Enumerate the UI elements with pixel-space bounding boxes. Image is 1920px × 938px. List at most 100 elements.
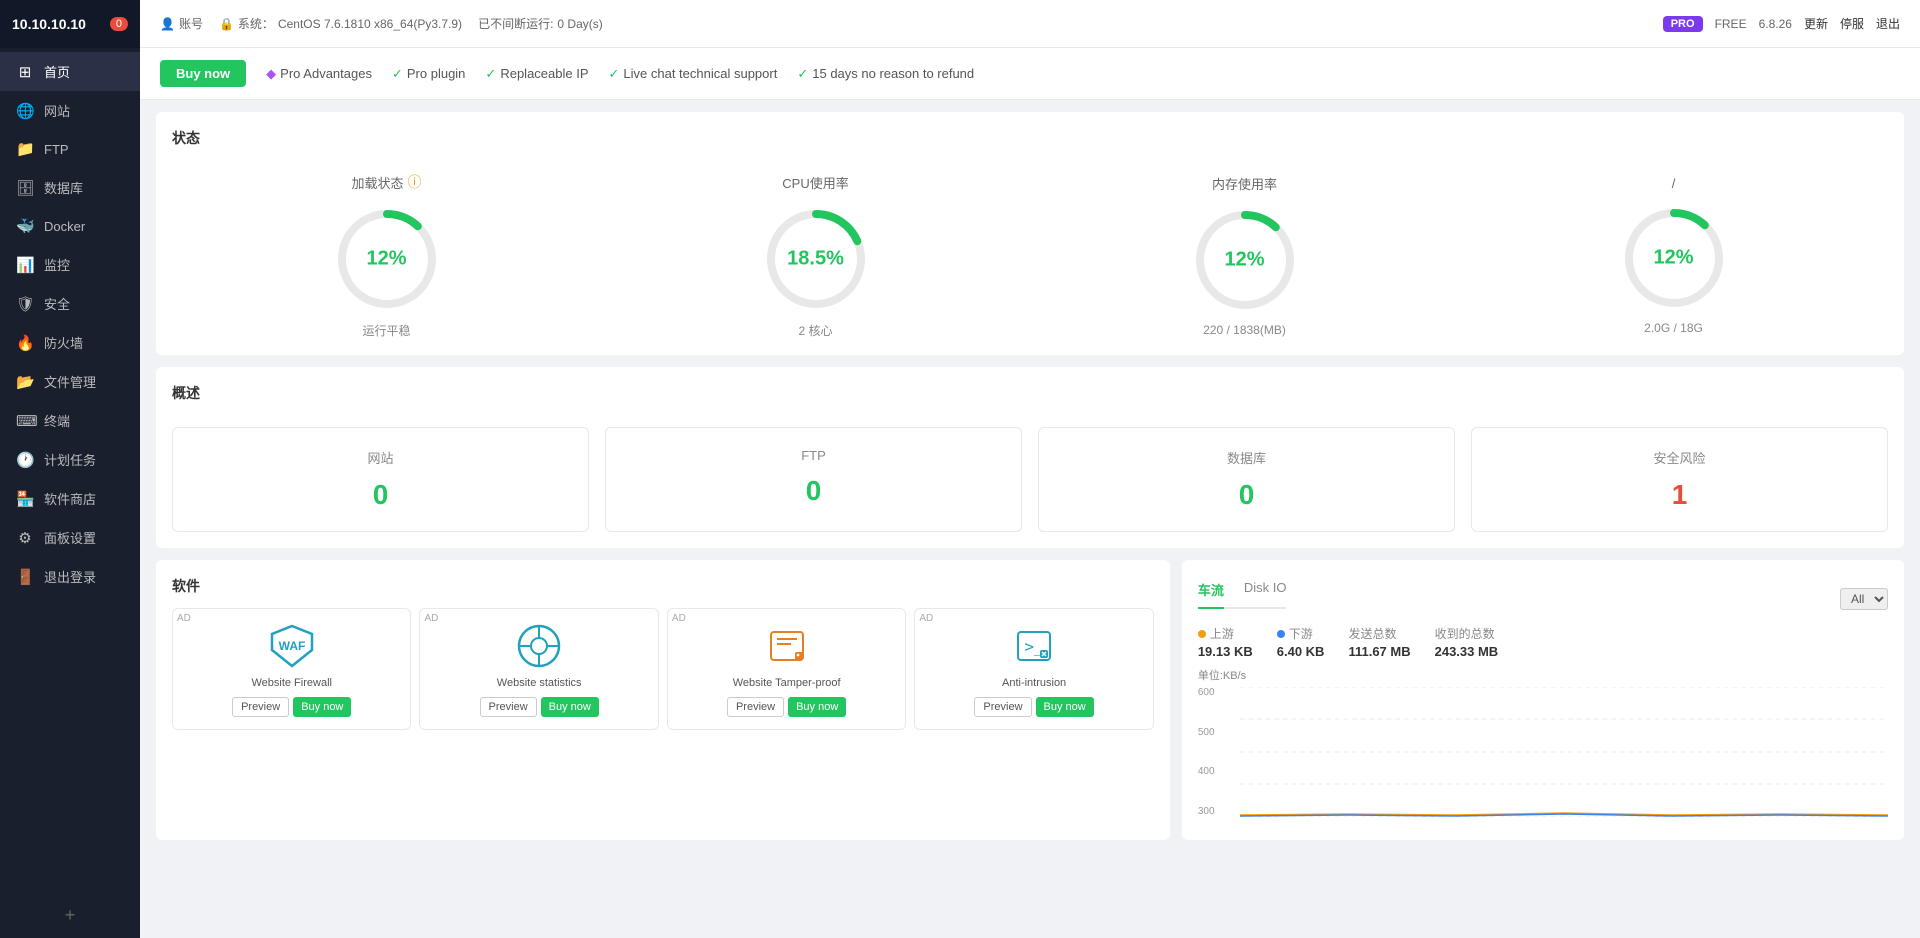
software-panel: 软件 AD WAF Website Firewall (156, 560, 1170, 840)
overview-security-label: 安全风险 (1488, 448, 1871, 467)
waf-buy-button[interactable]: Buy now (293, 697, 351, 717)
topbar-left: 👤 账号 🔒 系统： CentOS 7.6.1810 x86_64(Py3.7.… (160, 15, 603, 32)
sidebar-item-appstore[interactable]: 🏪 软件商店 (0, 479, 140, 518)
gauge-cpu-label: CPU使用率 (601, 173, 1030, 192)
overview-card-ftp[interactable]: FTP 0 (605, 427, 1022, 532)
sidebar-item-home[interactable]: ⊞ 首页 (0, 52, 140, 91)
topbar-account[interactable]: 👤 账号 (160, 15, 203, 32)
upstream-dot (1198, 630, 1206, 638)
diamond-icon: ◆ (266, 66, 276, 82)
overview-title: 概述 (172, 383, 1888, 411)
check-icon-4: ✓ (797, 66, 808, 82)
overview-card-security[interactable]: 安全风险 1 (1471, 427, 1888, 532)
pro-advantages-label: Pro Advantages (280, 66, 372, 81)
stat-received-label: 收到的总数 (1435, 625, 1499, 642)
gauge-memory: 内存使用率 12% 220 / 1838(MB) (1030, 174, 1459, 337)
gauge-cpu-canvas: 18.5% (761, 204, 871, 314)
sidebar-item-panelsettings[interactable]: ⚙ 面板设置 (0, 518, 140, 557)
version-label: 6.8.26 (1759, 17, 1792, 31)
gauge-load: 加载状态 ⓘ 12% 运行平稳 (172, 172, 601, 339)
monitor-icon: 📊 (16, 256, 34, 274)
sidebar-add-button[interactable]: + (0, 893, 140, 938)
sidebar-item-filemanager[interactable]: 📂 文件管理 (0, 362, 140, 401)
anti-icon-area: >_ (923, 621, 1144, 671)
chart-area: 单位:KB/s (1198, 667, 1888, 817)
sidebar-item-logout[interactable]: 🚪 退出登录 (0, 557, 140, 596)
stat-upstream: 上游 19.13 KB (1198, 625, 1253, 659)
sidebar-item-monitor[interactable]: 📊 监控 (0, 245, 140, 284)
software-card-stats: AD Websi (419, 608, 658, 730)
waf-icon-area: WAF (181, 621, 402, 671)
account-label: 账号 (179, 15, 203, 32)
sidebar-item-security[interactable]: 🛡 安全 (0, 284, 140, 323)
stats-buy-button[interactable]: Buy now (541, 697, 599, 717)
tamper-name: Website Tamper-proof (676, 677, 897, 689)
stat-sent-label: 发送总数 (1348, 625, 1410, 642)
sidebar-item-docker[interactable]: 🐳 Docker (0, 207, 140, 245)
ad-badge-waf: AD (177, 613, 191, 624)
sidebar-item-firewall[interactable]: 🔥 防火墙 (0, 323, 140, 362)
sidebar-item-terminal[interactable]: ⌨ 终端 (0, 401, 140, 440)
check-icon-3: ✓ (609, 66, 620, 82)
pro-advantages: ◆ Pro Advantages (266, 66, 372, 82)
y-label-400: 400 (1198, 766, 1215, 777)
overview-website-label: 网站 (189, 448, 572, 467)
sidebar-menu: ⊞ 首页 🌐 网站 📁 FTP 🗄 数据库 🐳 Docker 📊 监控 (0, 48, 140, 893)
gauge-disk-sublabel: 2.0G / 18G (1459, 321, 1888, 335)
network-tab-diskio[interactable]: Disk IO (1244, 576, 1287, 609)
main-area: 👤 账号 🔒 系统： CentOS 7.6.1810 x86_64(Py3.7.… (140, 0, 1920, 938)
gauge-load-sublabel: 运行平稳 (172, 322, 601, 339)
y-label-300: 300 (1198, 806, 1215, 817)
crontab-icon: 🕐 (16, 451, 34, 469)
waf-preview-button[interactable]: Preview (232, 697, 289, 717)
status-title: 状态 (172, 128, 1888, 156)
gauge-disk-label: / (1459, 176, 1888, 191)
gauge-memory-sublabel: 220 / 1838(MB) (1030, 323, 1459, 337)
overview-website-value: 0 (189, 479, 572, 511)
overview-security-value: 1 (1488, 479, 1871, 511)
sidebar-item-appstore-label: 软件商店 (44, 489, 96, 508)
pro-feature-refund: ✓ 15 days no reason to refund (797, 66, 974, 82)
anti-icon: >_ (1010, 622, 1058, 670)
stop-button[interactable]: 停服 (1840, 15, 1864, 32)
sidebar-item-ftp-label: FTP (44, 142, 69, 157)
svg-text:WAF: WAF (278, 639, 305, 653)
system-label: 系统： (238, 15, 274, 32)
sidebar-item-home-label: 首页 (44, 62, 70, 81)
network-tab-traffic[interactable]: 车流 (1198, 576, 1224, 609)
pro-feature-livechat: ✓ Live chat technical support (609, 66, 778, 82)
overview-ftp-label: FTP (622, 448, 1005, 463)
anti-buy-button[interactable]: Buy now (1036, 697, 1094, 717)
tamper-preview-button[interactable]: Preview (727, 697, 784, 717)
update-button[interactable]: 更新 (1804, 15, 1828, 32)
anti-buttons: Preview Buy now (923, 697, 1144, 717)
sidebar-item-website[interactable]: 🌐 网站 (0, 91, 140, 130)
gauge-disk: / 12% 2.0G / 18G (1459, 176, 1888, 335)
sidebar-item-crontab[interactable]: 🕐 计划任务 (0, 440, 140, 479)
account-icon: 👤 (160, 17, 175, 31)
sidebar-ip: 10.10.10.10 (12, 16, 86, 32)
sidebar-item-database-label: 数据库 (44, 178, 83, 197)
sidebar-item-database[interactable]: 🗄 数据库 (0, 168, 140, 207)
software-card-anti: AD >_ Anti-intrusion (914, 608, 1153, 730)
database-icon: 🗄 (16, 179, 34, 197)
anti-preview-button[interactable]: Preview (974, 697, 1031, 717)
topbar: 👤 账号 🔒 系统： CentOS 7.6.1810 x86_64(Py3.7.… (140, 0, 1920, 48)
gauge-memory-label: 内存使用率 (1030, 174, 1459, 193)
stat-upstream-label: 上游 (1198, 625, 1253, 642)
network-filter-select[interactable]: All (1840, 588, 1888, 610)
gauge-memory-value: 12% (1224, 249, 1264, 272)
overview-card-database[interactable]: 数据库 0 (1038, 427, 1455, 532)
stats-preview-button[interactable]: Preview (480, 697, 537, 717)
buy-now-button[interactable]: Buy now (160, 60, 246, 87)
terminal-icon: ⌨ (16, 412, 34, 430)
uptime-value: 0 Day(s) (557, 17, 602, 31)
overview-card-website[interactable]: 网站 0 (172, 427, 589, 532)
docker-icon: 🐳 (16, 217, 34, 235)
overview-database-label: 数据库 (1055, 448, 1438, 467)
system-value: CentOS 7.6.1810 x86_64(Py3.7.9) (278, 17, 462, 31)
exit-button[interactable]: 退出 (1876, 15, 1900, 32)
stat-downstream-label: 下游 (1277, 625, 1325, 642)
tamper-buy-button[interactable]: Buy now (788, 697, 846, 717)
sidebar-item-ftp[interactable]: 📁 FTP (0, 130, 140, 168)
